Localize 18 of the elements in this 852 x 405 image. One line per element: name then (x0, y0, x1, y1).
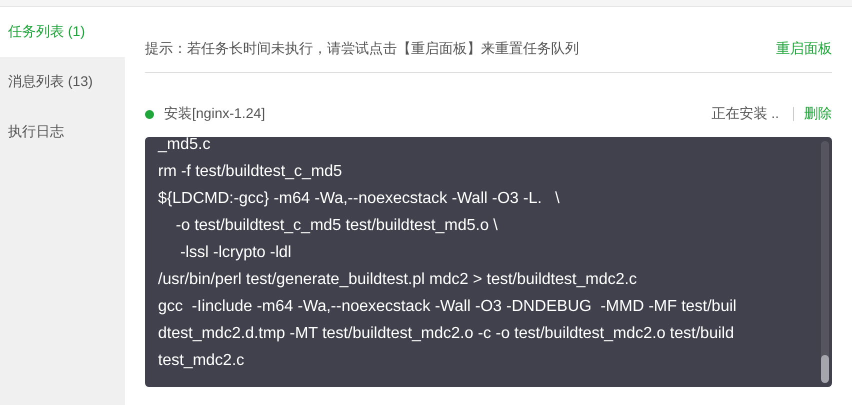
scrollbar-thumb[interactable] (821, 355, 829, 383)
sidebar-tab[interactable]: 执行日志 (0, 107, 125, 157)
log-line: gcc -Iinclude -m64 -Wa,--noexecstack -Wall -O3 -DNDEBUG -MMD -MF test/buil (158, 297, 738, 317)
hint-text: 提示：若任务长时间未执行，请尝试点击【重启面板】来重置任务队列 (145, 40, 579, 58)
task-name: 安装[nginx-1.24] (164, 105, 266, 123)
log-line: /usr/bin/perl test/generate_buildtest.pl mdc2 > test/buildtest_mdc2.c (158, 270, 638, 290)
sidebar-tab[interactable]: 任务列表 (1) (0, 7, 125, 57)
log-line: -o test/buildtest_c_md5 test/buildtest_md5.o \ (174, 216, 499, 236)
log-line: ${LDCMD:-gcc} -m64 -Wa,--noexecstack -Wall -O3 -L. \ (158, 189, 561, 209)
task-status: 正在安装 .. (711, 105, 779, 123)
log-line: _md5.c (158, 137, 212, 155)
sidebar-tab[interactable]: 消息列表 (13) (0, 57, 125, 107)
delete-link[interactable]: 删除 (804, 105, 832, 123)
restart-panel-link[interactable]: 重启面板 (776, 40, 832, 58)
log-line: rm -f test/buildtest_c_md5 (158, 162, 344, 182)
log-line: test_mdc2.c (158, 351, 246, 371)
log-line: -lssl -lcrypto -ldl (179, 243, 292, 263)
log-line: dtest_mdc2.d.tmp -MT test/buildtest_mdc2.o -c -o test/buildtest_mdc2.o test/build (158, 324, 735, 344)
